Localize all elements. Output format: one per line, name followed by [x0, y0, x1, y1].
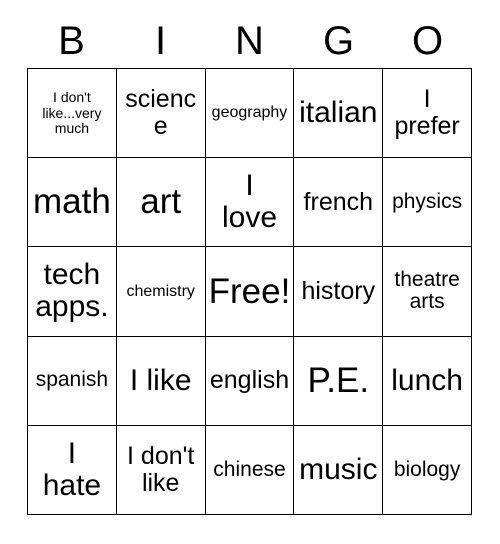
- bingo-cell-r2c1[interactable]: math: [28, 158, 117, 248]
- bingo-cell-label: I don't like: [127, 441, 195, 497]
- bingo-cell-r2c4[interactable]: french: [294, 158, 384, 248]
- bingo-cell-label: french: [303, 187, 374, 216]
- bingo-header-letter-o: O: [411, 19, 444, 63]
- bingo-cell-r2c2[interactable]: art: [116, 158, 206, 248]
- bingo-cell-label: music: [299, 452, 378, 486]
- bingo-cell-r4c5[interactable]: lunch: [383, 336, 472, 426]
- bingo-cell-label: I prefer: [394, 85, 460, 141]
- bingo-cell-label: english: [209, 366, 290, 395]
- bingo-cell-label: art: [140, 182, 182, 222]
- bingo-cell-r5c5[interactable]: biology: [383, 425, 472, 515]
- bingo-cell-r1c2[interactable]: science: [116, 69, 206, 159]
- bingo-header-letter-g: G: [322, 19, 355, 63]
- bingo-cell-label: math: [32, 182, 111, 222]
- bingo-cell-r3c2[interactable]: chemistry: [116, 247, 206, 337]
- bingo-cell-label: chemistry: [126, 282, 195, 300]
- bingo-cell-r3c1[interactable]: tech apps.: [28, 247, 117, 337]
- bingo-cell-r5c3[interactable]: chinese: [205, 425, 295, 515]
- bingo-cell-label: biology: [393, 457, 461, 481]
- bingo-cell-r2c5[interactable]: physics: [383, 158, 472, 248]
- bingo-cell-r5c4[interactable]: music: [294, 425, 384, 515]
- bingo-cell-label: spanish: [35, 368, 109, 392]
- bingo-cell-r1c1[interactable]: I don't like...very much: [28, 69, 117, 159]
- bingo-cell-r1c3[interactable]: geography: [205, 69, 295, 159]
- bingo-cell-label: P.E.: [307, 360, 370, 400]
- bingo-cell-r3c4[interactable]: history: [294, 247, 384, 337]
- bingo-header: BINGO: [27, 14, 472, 68]
- bingo-cell-label: geography: [211, 104, 288, 122]
- bingo-header-letter-n: N: [235, 19, 264, 63]
- bingo-header-letter-b: B: [58, 19, 85, 63]
- bingo-cell-label: I love: [221, 168, 278, 235]
- bingo-cell-r1c4[interactable]: italian: [294, 69, 384, 159]
- bingo-header-letter-i: I: [154, 19, 167, 63]
- bingo-cell-r2c3[interactable]: I love: [205, 158, 295, 248]
- bingo-grid: I don't like...very much science geography…: [27, 68, 472, 515]
- bingo-cell-r4c2[interactable]: I like: [116, 336, 206, 426]
- bingo-cell-r5c1[interactable]: I hate: [28, 425, 117, 515]
- bingo-cell-r4c3[interactable]: english: [205, 336, 295, 426]
- bingo-cell-label: chinese: [213, 457, 286, 481]
- bingo-cell-r3c5[interactable]: theatre arts: [383, 247, 472, 337]
- bingo-cell-r3c3[interactable]: Free!: [205, 247, 295, 337]
- bingo-cell-label: lunch: [391, 363, 463, 397]
- bingo-card: B I N G O I don't like...very much science geo…: [0, 0, 500, 544]
- bingo-cell-label: history: [301, 276, 376, 305]
- bingo-cell-r5c2[interactable]: I don't like: [116, 425, 206, 515]
- bingo-cell-label: Free!: [208, 271, 291, 311]
- bingo-cell-label: physics: [392, 189, 463, 213]
- bingo-cell-label: italian: [299, 95, 378, 129]
- bingo-cell-label: science: [125, 85, 197, 141]
- bingo-cell-r1c5[interactable]: I prefer: [383, 69, 472, 159]
- bingo-cell-label: I don't like...very much: [42, 89, 102, 136]
- bingo-cell-label: theatre arts: [394, 267, 460, 314]
- bingo-cell-label: I like: [129, 363, 192, 397]
- bingo-cell-r4c1[interactable]: spanish: [28, 336, 117, 426]
- bingo-cell-label: tech apps.: [35, 258, 109, 324]
- bingo-cell-r4c4[interactable]: P.E.: [294, 336, 384, 426]
- bingo-cell-label: I hate: [42, 436, 102, 502]
